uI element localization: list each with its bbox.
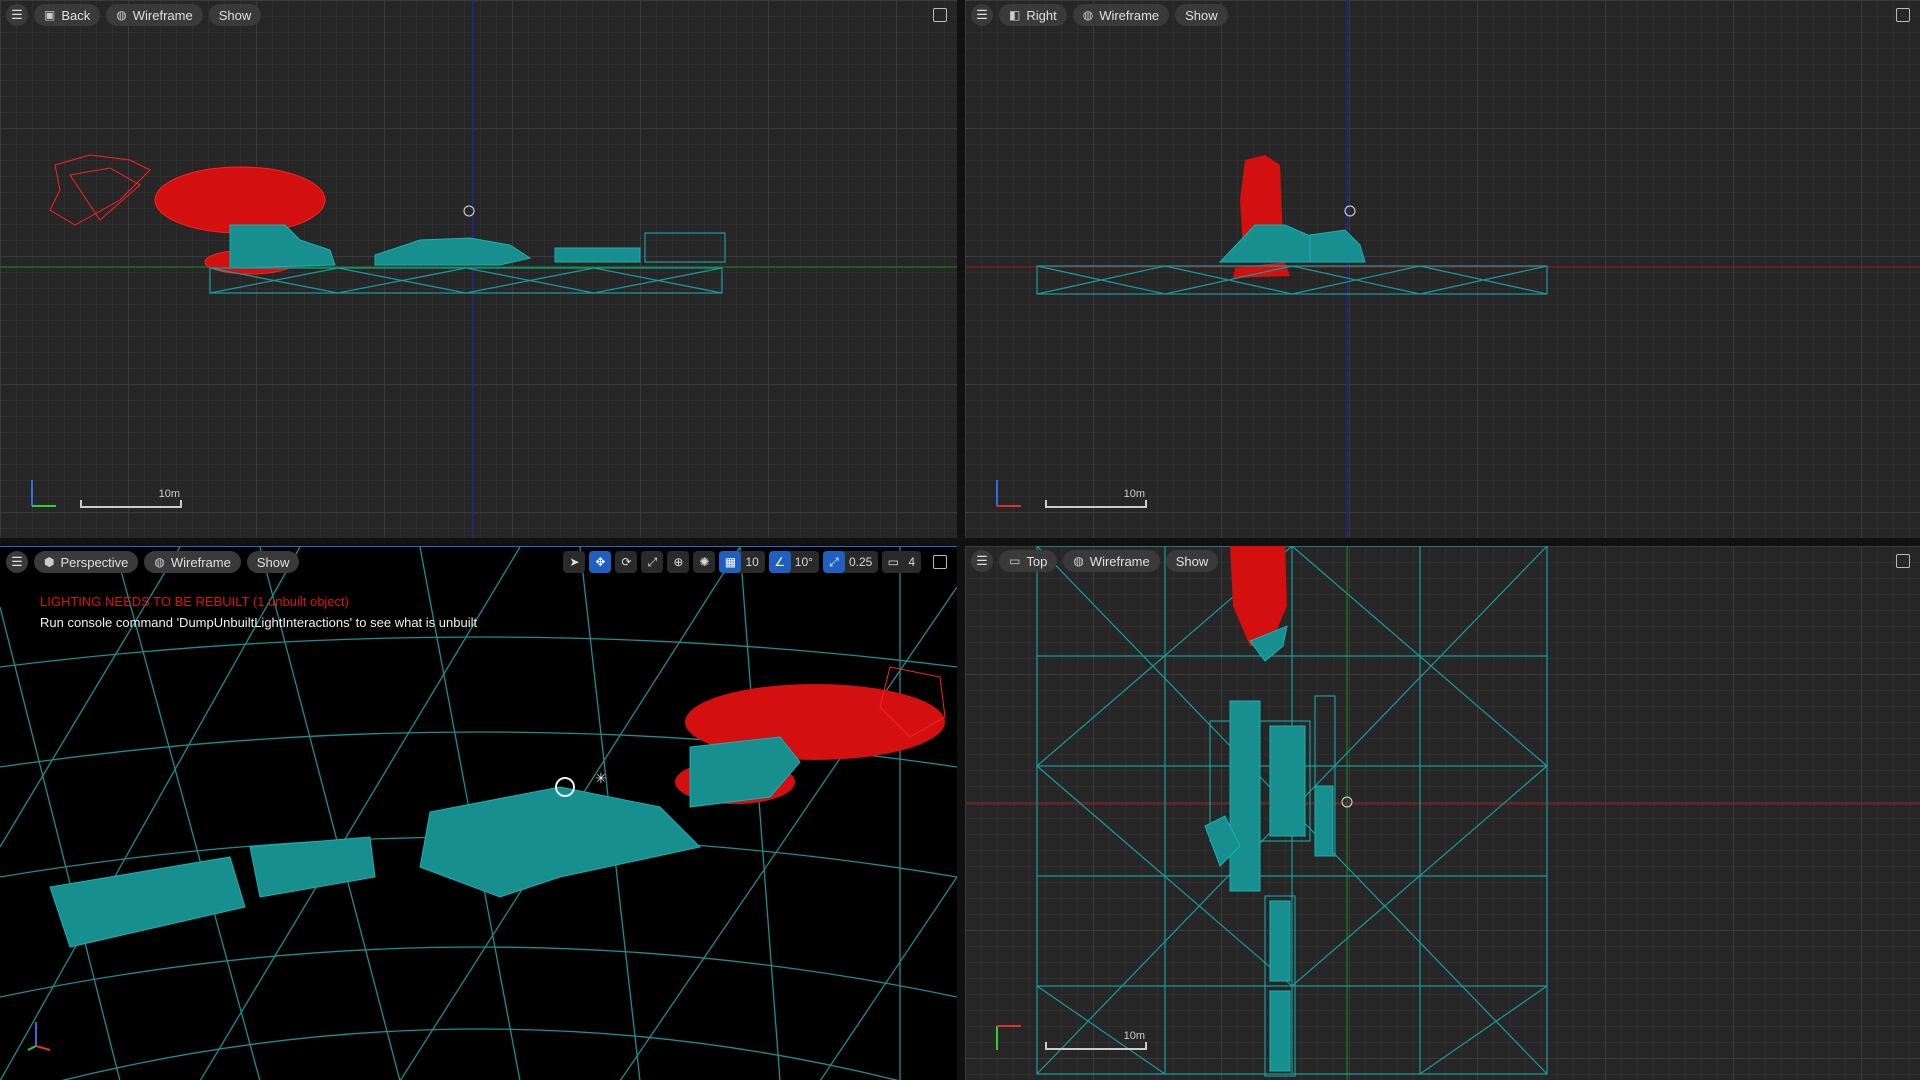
view-label: Perspective [60,554,129,570]
rotation-snap-value: 10° [794,555,813,569]
camera-speed-control[interactable]: ▭ 4 [882,551,921,573]
back-toolbar: ☰ ▣ Back ◍ Wireframe Show [0,0,957,30]
axis-gizmo [31,480,56,507]
menu-icon[interactable]: ☰ [6,551,28,573]
view-mode-label: Wireframe [132,7,193,23]
grid-snap-icon[interactable]: ▦ [719,551,742,573]
grid-snap-value: 10 [745,555,759,569]
camera-speed-value: 4 [908,555,915,569]
translate-icon[interactable]: ✥ [589,551,612,573]
view-label: Back [61,7,91,23]
show-label: Show [1175,553,1209,569]
view-icon: ▣ [44,8,56,22]
wireframe-icon: ◍ [154,555,165,569]
maximize-icon[interactable] [933,555,947,569]
view-type-button[interactable]: ▣ Back [34,4,101,26]
back-scene [0,0,957,538]
view-icon: ▭ [1009,554,1021,568]
view-label: Right [1026,7,1057,23]
top-scene [965,546,1920,1080]
view-type-button[interactable]: ◧ Right [999,4,1067,26]
wireframe-icon: ◍ [1073,554,1084,568]
camera-speed-icon[interactable]: ▭ [882,551,905,573]
show-button[interactable]: Show [246,551,300,573]
scale-icon[interactable]: ⤢ [641,551,664,573]
view-mode-button[interactable]: ◍ Wireframe [1063,550,1160,572]
viewport-perspective[interactable]: ✳ ☰ ⬢ Perspective ◍ Wireframe Show ➤ ✥ ⟳… [0,546,957,1080]
menu-icon[interactable]: ☰ [971,550,993,572]
view-mode-label: Wireframe [1099,7,1160,23]
rotation-snap-control[interactable]: ∠ 10° [768,551,819,573]
scale-bar: 10m [80,488,182,508]
show-button[interactable]: Show [208,4,262,26]
show-button[interactable]: Show [1175,4,1228,26]
show-label: Show [256,554,290,570]
view-type-button[interactable]: ▭ Top [999,550,1058,572]
scale-snap-control[interactable]: ⤢ 0.25 [822,551,879,573]
console-hint: Run console command 'DumpUnbuiltLightInt… [40,615,478,630]
maximize-icon[interactable] [933,8,947,22]
axis-gizmo [996,1025,1021,1050]
right-toolbar: ☰ ◧ Right ◍ Wireframe Show [965,0,1920,30]
view-icon: ◧ [1009,8,1021,22]
top-toolbar: ☰ ▭ Top ◍ Wireframe Show [965,546,1920,576]
scale-label: 10m [158,488,180,500]
scale-label: 10m [1123,488,1145,500]
wireframe-icon: ◍ [1082,8,1094,22]
right-scene [965,0,1920,538]
surface-snap-icon[interactable]: ✺ [693,551,716,573]
menu-icon[interactable]: ☰ [971,4,993,26]
wireframe-icon: ◍ [116,8,127,22]
view-mode-label: Wireframe [170,554,231,570]
maximize-icon[interactable] [1896,8,1910,22]
svg-text:✳: ✳ [595,771,607,787]
view-mode-label: Wireframe [1089,553,1150,569]
viewport-right[interactable]: ☰ ◧ Right ◍ Wireframe Show 10m [965,0,1920,538]
view-mode-button[interactable]: ◍ Wireframe [144,551,241,573]
transform-tools: ➤ ✥ ⟳ ⤢ ⊕ ✺ ▦ 10 ∠ 10° ⤢ 0.25 ▭ 4 [563,551,921,573]
rotate-icon[interactable]: ⟳ [615,551,638,573]
show-button[interactable]: Show [1165,550,1219,572]
view-icon: ⬢ [44,555,55,569]
scale-label: 10m [1123,1030,1145,1042]
view-mode-button[interactable]: ◍ Wireframe [1072,4,1170,26]
viewport-top[interactable]: ☰ ▭ Top ◍ Wireframe Show 10m [965,546,1920,1080]
lighting-warning: LIGHTING NEEDS TO BE REBUILT (1 unbuilt … [40,594,349,609]
select-icon[interactable]: ➤ [563,551,586,573]
scale-bar: 10m [1045,1030,1147,1050]
view-type-button[interactable]: ⬢ Perspective [34,551,139,573]
axis-gizmo [27,1022,51,1051]
maximize-icon[interactable] [1896,554,1910,568]
rotation-snap-icon[interactable]: ∠ [768,551,791,573]
axis-gizmo [996,480,1021,507]
viewport-back[interactable]: ☰ ▣ Back ◍ Wireframe Show 10m [0,0,957,538]
show-label: Show [218,7,252,23]
view-label: Top [1026,553,1048,569]
menu-icon[interactable]: ☰ [6,4,28,26]
scale-bar: 10m [1045,488,1147,508]
scale-snap-value: 0.25 [848,555,873,569]
grid-snap-control[interactable]: ▦ 10 [719,551,765,573]
show-label: Show [1185,7,1218,23]
view-mode-button[interactable]: ◍ Wireframe [106,4,203,26]
scale-snap-icon[interactable]: ⤢ [822,551,845,573]
world-icon[interactable]: ⊕ [667,551,690,573]
